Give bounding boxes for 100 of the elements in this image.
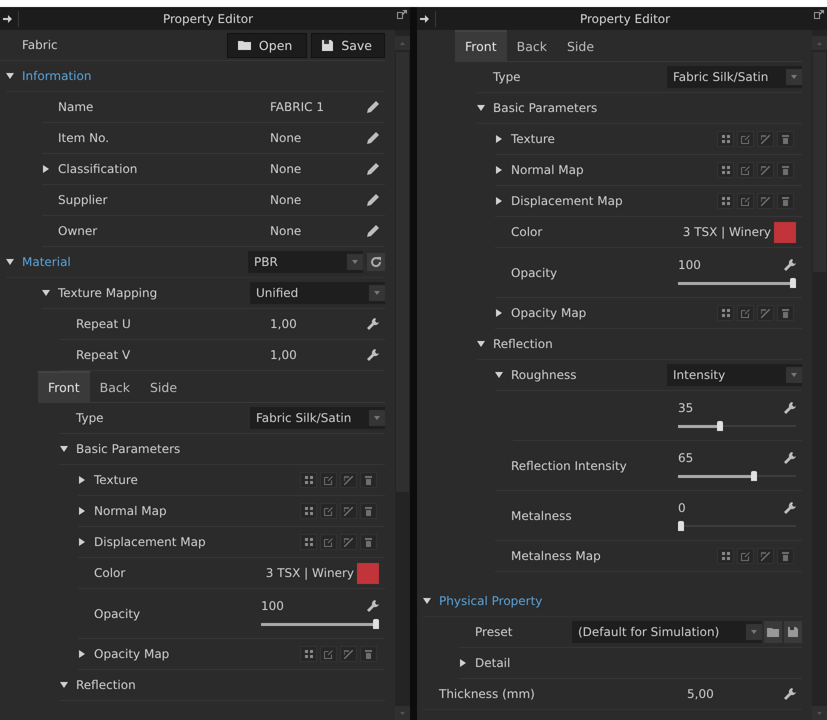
external-link-icon[interactable] — [320, 503, 337, 519]
slider-value: 65 — [678, 450, 694, 464]
dropdown[interactable]: (Default for Simulation) — [572, 621, 762, 643]
tab[interactable]: Back — [90, 371, 140, 402]
expand-arrow-icon[interactable] — [60, 445, 68, 453]
expand-arrow-icon[interactable] — [78, 507, 86, 515]
wrench-icon[interactable] — [367, 600, 379, 612]
trash-icon[interactable] — [777, 131, 794, 147]
expand-arrow-icon[interactable] — [60, 681, 68, 689]
expand-arrow-icon[interactable] — [42, 165, 50, 173]
field-label: Basic Parameters — [76, 442, 182, 456]
expand-arrow-icon[interactable] — [477, 104, 485, 112]
trash-icon[interactable] — [777, 548, 794, 564]
wrench-icon[interactable] — [784, 688, 796, 700]
section-title[interactable]: Information — [22, 69, 250, 83]
external-link-icon[interactable] — [737, 162, 754, 178]
grid-icon[interactable] — [717, 548, 734, 564]
grid-icon[interactable] — [300, 534, 317, 550]
external-link-icon[interactable] — [320, 472, 337, 488]
field-value: None — [269, 224, 302, 238]
expand-arrow-icon[interactable] — [495, 197, 503, 205]
color-swatch[interactable] — [357, 562, 379, 584]
grid-icon[interactable] — [717, 162, 734, 178]
color-swatch[interactable] — [774, 222, 796, 242]
expand-arrow-icon[interactable] — [78, 476, 86, 484]
field-label: Owner — [58, 224, 98, 238]
tab[interactable]: Side — [140, 371, 188, 402]
expand-arrow-icon[interactable] — [6, 258, 14, 266]
external-link-icon[interactable] — [737, 548, 754, 564]
expand-arrow-icon[interactable] — [495, 135, 503, 143]
field-label: Metalness Map — [511, 549, 602, 563]
external-link-icon[interactable] — [320, 646, 337, 662]
grid-icon[interactable] — [300, 503, 317, 519]
dropdown[interactable]: Unified — [250, 282, 385, 304]
expand-arrow-icon[interactable] — [42, 289, 50, 297]
slider-value: 100 — [678, 258, 701, 272]
tab[interactable]: Back — [506, 30, 557, 61]
wrench-icon[interactable] — [784, 258, 796, 270]
external-link-icon[interactable] — [737, 193, 754, 209]
trash-icon[interactable] — [360, 472, 377, 488]
field-label: Texture — [94, 473, 139, 487]
expand-arrow-icon[interactable] — [459, 659, 467, 667]
tab[interactable]: Front — [455, 30, 507, 61]
dropdown[interactable]: PBR — [248, 251, 363, 273]
field-label: Metalness — [511, 508, 573, 522]
field-label: Opacity Map — [511, 306, 588, 320]
popout-icon[interactable] — [814, 10, 824, 19]
expand-arrow-icon[interactable] — [477, 340, 485, 348]
wrench-icon[interactable] — [784, 452, 796, 464]
tab[interactable]: Front — [38, 371, 90, 402]
slider-value: 100 — [261, 598, 284, 612]
folder-icon[interactable] — [764, 621, 782, 643]
external-link-icon[interactable] — [737, 305, 754, 321]
expand-arrow-icon[interactable] — [495, 371, 503, 379]
trash-icon[interactable] — [360, 646, 377, 662]
expand-arrow-icon[interactable] — [495, 166, 503, 174]
external-link-icon[interactable] — [320, 534, 337, 550]
trash-icon[interactable] — [360, 534, 377, 550]
refresh-icon[interactable] — [367, 253, 385, 271]
popout-icon[interactable] — [397, 10, 407, 19]
toolbar-button[interactable]: Save — [311, 32, 385, 58]
trash-icon[interactable] — [777, 305, 794, 321]
slider-thumb[interactable] — [750, 470, 757, 480]
trash-icon[interactable] — [777, 193, 794, 209]
expand-arrow-icon[interactable] — [78, 538, 86, 546]
save-icon[interactable] — [784, 621, 802, 643]
expand-arrow-icon[interactable] — [423, 597, 431, 605]
wrench-icon[interactable] — [784, 502, 796, 514]
section-title[interactable]: Physical Property — [439, 594, 667, 608]
slider-thumb[interactable] — [717, 420, 724, 430]
wrench-icon[interactable] — [367, 349, 379, 361]
trash-icon[interactable] — [777, 162, 794, 178]
arrow-icon[interactable] — [3, 14, 12, 22]
dropdown[interactable]: Fabric Silk/Satin — [250, 407, 385, 429]
slider-thumb[interactable] — [678, 520, 684, 530]
toolbar-button[interactable]: Open — [226, 32, 308, 58]
trash-icon[interactable] — [360, 503, 377, 519]
slider-thumb[interactable] — [790, 278, 796, 288]
expand-arrow-icon[interactable] — [495, 309, 503, 317]
field-value: None — [269, 193, 302, 207]
dropdown[interactable]: Intensity — [667, 364, 802, 386]
wrench-icon[interactable] — [367, 318, 379, 330]
expand-arrow-icon[interactable] — [6, 72, 14, 80]
wrench-icon[interactable] — [784, 402, 796, 414]
field-label: Reflection — [493, 337, 554, 351]
arrow-icon[interactable] — [420, 14, 429, 22]
field-value: None — [269, 162, 302, 176]
expand-arrow-icon[interactable] — [78, 650, 86, 658]
grid-icon[interactable] — [717, 131, 734, 147]
grid-icon[interactable] — [300, 646, 317, 662]
section-title[interactable]: Material — [22, 255, 248, 269]
external-link-icon[interactable] — [737, 131, 754, 147]
slider-thumb[interactable] — [373, 618, 379, 628]
grid-icon[interactable] — [300, 472, 317, 488]
tab[interactable]: Side — [556, 30, 604, 61]
field-label: Normal Map — [511, 163, 585, 177]
dropdown[interactable]: Fabric Silk/Satin — [667, 66, 802, 88]
grid-icon[interactable] — [717, 305, 734, 321]
field-value: None — [269, 131, 302, 145]
grid-icon[interactable] — [717, 193, 734, 209]
